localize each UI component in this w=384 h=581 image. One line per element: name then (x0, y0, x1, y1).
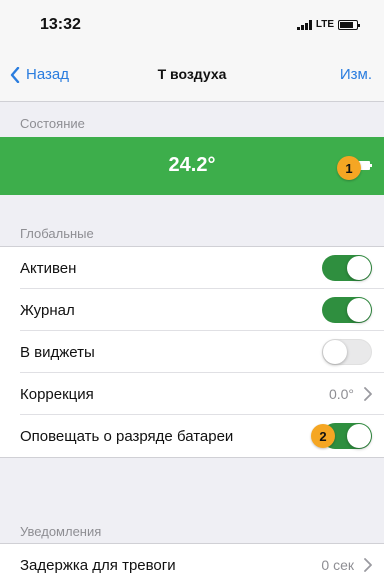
temperature-state-bar: 24.2° (0, 137, 384, 195)
row-label: Активен (20, 259, 77, 277)
alarm-delay-value: 0 сек (321, 557, 354, 573)
edit-button[interactable]: Изм. (340, 66, 372, 83)
widgets-toggle[interactable] (322, 339, 372, 365)
section-header-notifications: Уведомления (20, 524, 102, 539)
row-alarm-delay[interactable]: Задержка для тревоги 0 сек (0, 544, 384, 581)
chevron-right-icon (364, 387, 372, 401)
active-toggle[interactable] (322, 255, 372, 281)
status-bar: 13:32 LTE (0, 0, 384, 44)
back-button[interactable]: Назад (10, 66, 69, 83)
battery-icon (338, 19, 360, 30)
temperature-value: 24.2° (168, 154, 216, 176)
row-label: Задержка для тревоги (20, 556, 176, 574)
section-header-global: Глобальные (20, 226, 94, 241)
signal-icon (296, 19, 312, 30)
row-log: Журнал (0, 289, 384, 331)
navigation-bar: Назад T воздуха Изм. (0, 44, 384, 102)
chevron-left-icon (10, 66, 20, 83)
annotation-badge-2: 2 (311, 424, 335, 448)
back-label: Назад (26, 66, 69, 83)
correction-value: 0.0° (328, 386, 354, 402)
status-indicators: LTE (296, 19, 360, 30)
network-type: LTE (315, 19, 334, 30)
row-widgets: В виджеты (0, 331, 384, 373)
row-label: Журнал (20, 301, 75, 319)
row-correction[interactable]: Коррекция 0.0° (0, 373, 384, 415)
row-active: Активен (0, 247, 384, 289)
section-spacer (0, 461, 384, 517)
status-time: 13:32 (40, 16, 81, 33)
row-label: В виджеты (20, 343, 95, 361)
row-label: Коррекция (20, 385, 94, 403)
log-toggle[interactable] (322, 297, 372, 323)
section-header-state: Состояние (20, 116, 85, 131)
notifications-group: Задержка для тревоги 0 сек (0, 543, 384, 581)
row-label: Оповещать о разряде батареи (20, 427, 234, 445)
annotation-badge-1: 1 (337, 156, 361, 180)
chevron-right-icon (364, 558, 372, 572)
